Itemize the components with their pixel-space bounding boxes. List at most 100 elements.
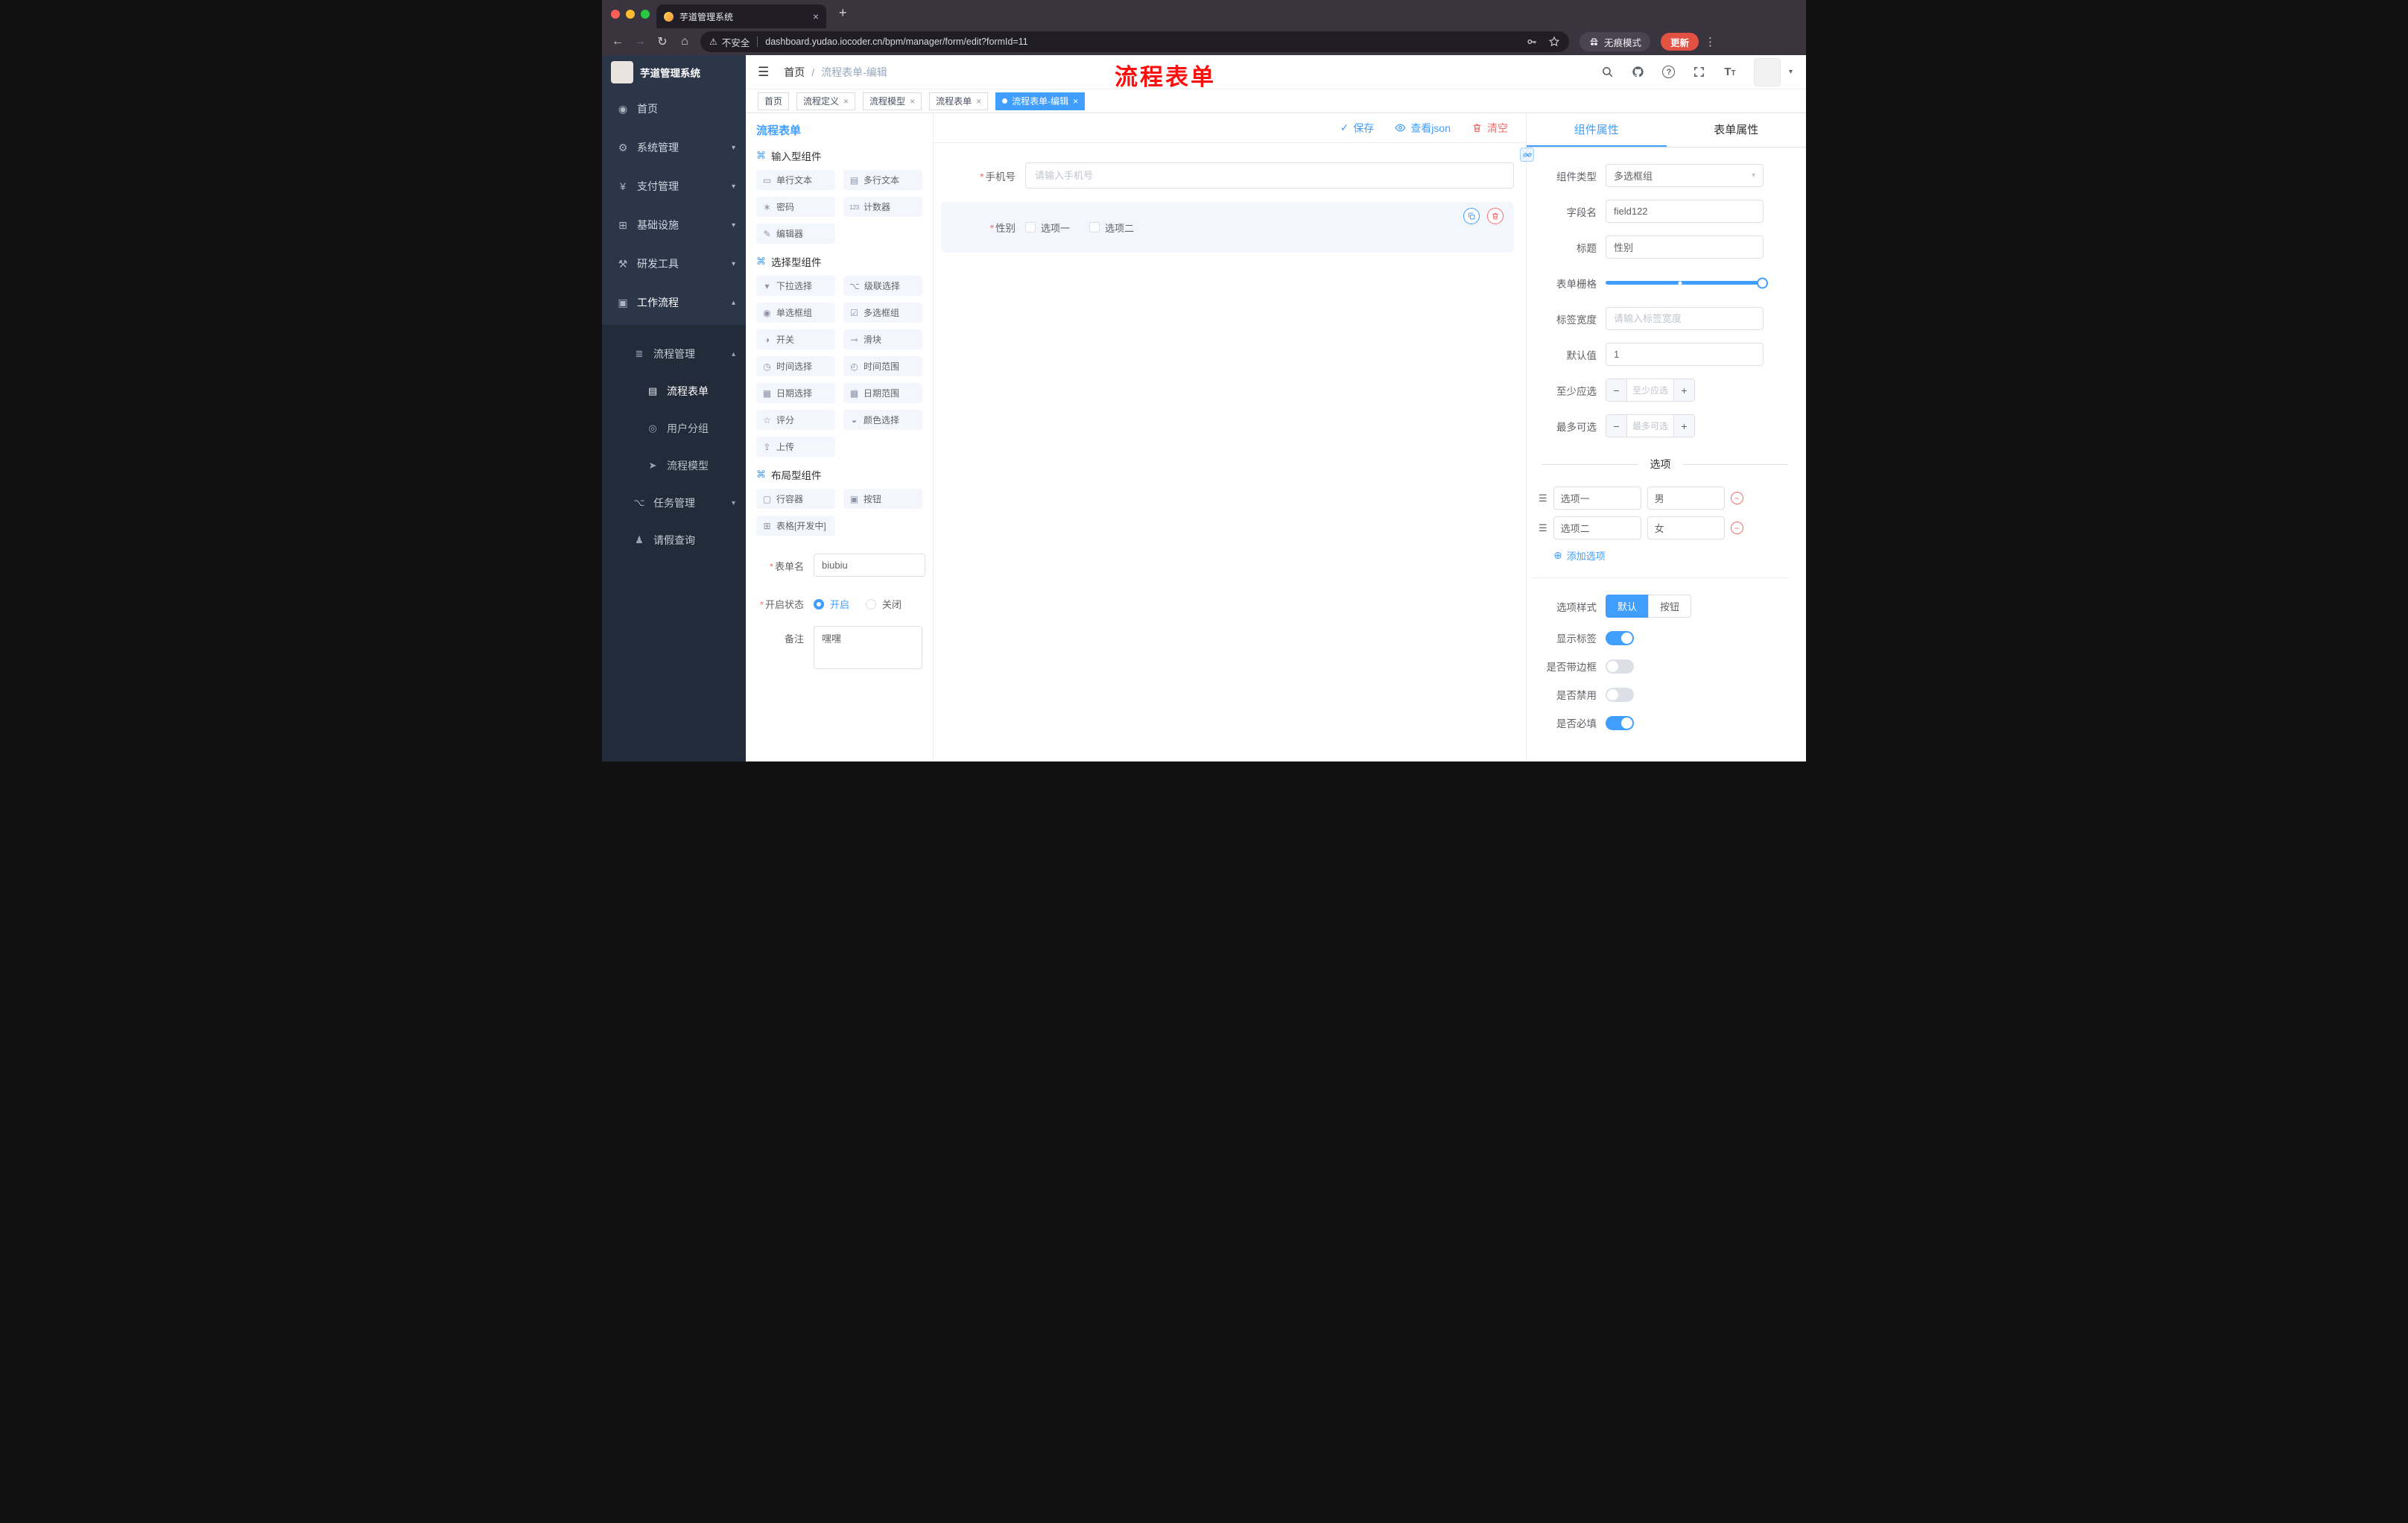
save-button[interactable]: ✓ 保存 <box>1340 121 1375 136</box>
component-chip-rate[interactable]: ☆ 评分 <box>756 410 835 430</box>
browser-menu-icon[interactable]: ⋮ <box>1705 35 1716 48</box>
tag-process-form-edit[interactable]: 流程表单-编辑 × <box>995 92 1086 110</box>
component-chip-switch[interactable]: ◑ 开关 <box>756 329 835 349</box>
component-chip-upload[interactable]: ⇪ 上传 <box>756 437 835 457</box>
checkbox-option-2[interactable]: 选项二 <box>1089 221 1134 235</box>
checkbox-box[interactable] <box>1025 222 1036 232</box>
radio-off[interactable] <box>866 598 877 609</box>
remove-option-icon[interactable]: − <box>1730 492 1743 504</box>
reload-icon[interactable]: ↻ <box>651 34 674 49</box>
component-chip-date-picker[interactable]: ▦ 日期选择 <box>756 383 835 403</box>
max-select-value[interactable]: 最多可选 <box>1627 415 1673 437</box>
style-button-button[interactable]: 按钮 <box>1648 595 1692 618</box>
default-value-input[interactable] <box>1606 343 1764 366</box>
home-icon[interactable]: ⌂ <box>674 35 696 48</box>
breadcrumb-home[interactable]: 首页 <box>784 65 805 80</box>
title-input[interactable] <box>1606 235 1764 259</box>
grid-slider[interactable] <box>1606 271 1768 294</box>
help-icon[interactable]: ? <box>1662 66 1676 79</box>
component-chip-dropdown[interactable]: ▾ 下拉选择 <box>756 276 835 296</box>
option-2-value-input[interactable] <box>1647 516 1725 539</box>
bookmark-star-icon[interactable] <box>1548 36 1560 48</box>
add-option-button[interactable]: ⊕ 添加选项 <box>1553 548 1788 563</box>
sidebar-item-infrastructure[interactable]: ⊞ 基础设施 ▾ <box>602 206 746 244</box>
password-key-icon[interactable] <box>1526 36 1538 48</box>
tag-process-definition[interactable]: 流程定义 × <box>796 92 856 110</box>
user-avatar[interactable] <box>1753 57 1781 86</box>
window-minimize-button[interactable] <box>626 10 635 19</box>
sidebar-item-payment[interactable]: ¥ 支付管理 ▾ <box>602 167 746 206</box>
view-json-button[interactable]: 查看json <box>1395 121 1451 136</box>
sidebar-item-process-management[interactable]: ≣ 流程管理 ▴ <box>602 335 746 373</box>
sidebar-item-devtools[interactable]: ⚒ 研发工具 ▾ <box>602 244 746 283</box>
option-1-label-input[interactable] <box>1553 487 1641 510</box>
browser-tab[interactable]: 芋道管理系统 × <box>656 4 826 28</box>
address-bar[interactable]: ⚠ 不安全 dashboard.yudao.iocoder.cn/bpm/man… <box>700 31 1569 52</box>
label-width-input[interactable] <box>1606 307 1764 330</box>
window-close-button[interactable] <box>611 10 620 19</box>
show-label-toggle[interactable] <box>1606 630 1634 645</box>
delete-component-button[interactable] <box>1487 208 1504 224</box>
component-chip-radio-group[interactable]: ◉ 单选框组 <box>756 303 835 323</box>
back-icon[interactable]: ← <box>606 35 629 48</box>
component-chip-single-line-text[interactable]: ▭ 单行文本 <box>756 170 835 190</box>
component-chip-counter[interactable]: 123 计数器 <box>843 197 922 217</box>
component-chip-slider[interactable]: ⊸ 滑块 <box>843 329 922 349</box>
style-default-button[interactable]: 默认 <box>1606 595 1650 618</box>
min-select-value[interactable]: 至少应选 <box>1627 379 1673 401</box>
avatar-caret-icon[interactable]: ▾ <box>1789 68 1793 76</box>
component-chip-color-picker[interactable]: ◒ 颜色选择 <box>843 410 922 430</box>
window-zoom-button[interactable] <box>641 10 650 19</box>
font-size-icon[interactable]: TT <box>1723 66 1737 79</box>
menu-collapse-icon[interactable]: ☰ <box>758 65 769 80</box>
link-icon[interactable] <box>1520 148 1534 162</box>
sidebar-item-workflow[interactable]: ▣ 工作流程 ▴ <box>602 283 746 322</box>
component-chip-date-range[interactable]: ▩ 日期范围 <box>843 383 922 403</box>
github-icon[interactable] <box>1632 66 1645 79</box>
component-chip-multi-line-text[interactable]: ▤ 多行文本 <box>843 170 922 190</box>
option-1-value-input[interactable] <box>1647 487 1725 510</box>
component-type-select[interactable]: 多选框组 ▾ <box>1606 164 1764 187</box>
component-chip-button[interactable]: ▣ 按钮 <box>843 489 922 509</box>
tag-close-icon[interactable]: × <box>976 97 981 106</box>
clear-button[interactable]: 清空 <box>1471 121 1508 136</box>
checkbox-box[interactable] <box>1089 222 1100 232</box>
sidebar-item-home[interactable]: ◉ 首页 <box>602 89 746 128</box>
component-chip-row-container[interactable]: ▢ 行容器 <box>756 489 835 509</box>
search-icon[interactable] <box>1601 66 1615 79</box>
remove-option-icon[interactable]: − <box>1730 522 1743 534</box>
form-remark-textarea[interactable]: 嘿嘿 <box>814 626 922 669</box>
option-drag-icon[interactable]: ☰ <box>1539 522 1547 534</box>
tab-component-props[interactable]: 组件属性 <box>1527 113 1667 147</box>
sidebar-item-task-management[interactable]: ⌥ 任务管理 ▾ <box>602 484 746 522</box>
increase-button[interactable]: + <box>1673 415 1694 437</box>
disabled-toggle[interactable] <box>1606 687 1634 702</box>
fullscreen-icon[interactable] <box>1693 66 1706 79</box>
decrease-button[interactable]: − <box>1606 379 1627 401</box>
increase-button[interactable]: + <box>1673 379 1694 401</box>
component-chip-checkbox-group[interactable]: ☑ 多选框组 <box>843 303 922 323</box>
component-chip-password[interactable]: ∗ 密码 <box>756 197 835 217</box>
required-toggle[interactable] <box>1606 715 1634 730</box>
component-chip-editor[interactable]: ✎ 编辑器 <box>756 224 835 244</box>
component-chip-time-range[interactable]: ◴ 时间范围 <box>843 356 922 376</box>
new-tab-button[interactable]: + <box>839 6 847 19</box>
copy-component-button[interactable] <box>1463 208 1480 224</box>
phone-input[interactable] <box>1025 162 1514 189</box>
tag-close-icon[interactable]: × <box>910 97 915 106</box>
tag-process-model[interactable]: 流程模型 × <box>863 92 922 110</box>
option-2-label-input[interactable] <box>1553 516 1641 539</box>
component-chip-table[interactable]: ⊞ 表格[开发中] <box>756 516 835 536</box>
form-name-input[interactable] <box>814 554 925 577</box>
slider-handle[interactable] <box>1757 277 1768 288</box>
sidebar-item-leave-query[interactable]: ♟ 请假查询 <box>602 522 746 559</box>
phone-field-row[interactable]: * 手机号 <box>941 162 1514 189</box>
forward-icon[interactable]: → <box>629 35 651 48</box>
sidebar-item-system[interactable]: ⚙ 系统管理 ▾ <box>602 128 746 167</box>
tag-home[interactable]: 首页 <box>758 92 790 110</box>
component-chip-time-picker[interactable]: ◷ 时间选择 <box>756 356 835 376</box>
option-drag-icon[interactable]: ☰ <box>1539 493 1547 504</box>
sidebar-item-user-group[interactable]: ◎ 用户分组 <box>602 410 746 447</box>
border-toggle[interactable] <box>1606 659 1634 674</box>
radio-off-label[interactable]: 关闭 <box>882 597 902 611</box>
